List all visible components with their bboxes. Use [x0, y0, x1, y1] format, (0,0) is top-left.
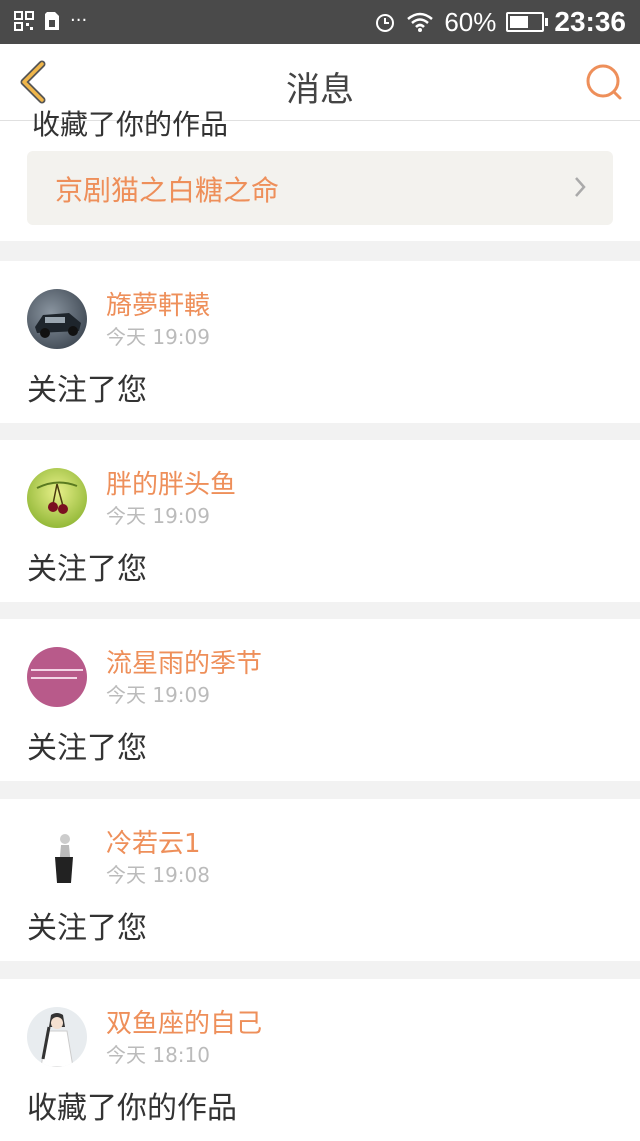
- avatar[interactable]: [27, 827, 87, 887]
- more-notifications: ···: [70, 10, 88, 31]
- action-text: 关注了您: [27, 731, 147, 766]
- figure-image: [55, 834, 73, 883]
- alarm-icon: [376, 14, 395, 32]
- status-bar: ··· 60% 23:36: [0, 0, 640, 44]
- timestamp: 今天 19:08: [106, 863, 210, 887]
- action-text: 收藏了你的作品: [27, 1091, 237, 1126]
- avatar[interactable]: [27, 647, 87, 707]
- clock: 23:36: [554, 6, 626, 37]
- avatar[interactable]: [27, 1007, 87, 1067]
- username[interactable]: 胖的胖头鱼: [106, 464, 236, 501]
- previous-message-action: 收藏了你的作品: [32, 108, 229, 141]
- timestamp: 今天 19:09: [106, 683, 210, 707]
- timestamp: 今天 19:09: [106, 504, 210, 528]
- username[interactable]: 旖夢軒轅: [106, 285, 210, 322]
- action-text: 关注了您: [27, 911, 147, 946]
- car-image: [35, 313, 81, 338]
- timestamp: 今天 19:09: [106, 325, 210, 349]
- qr-icon: [14, 10, 34, 31]
- text-image: [31, 669, 83, 679]
- message-card[interactable]: 旖夢軒轅 今天 19:09 关注了您: [0, 261, 640, 423]
- anime-figure-image: [40, 1013, 74, 1067]
- battery-percent: 60%: [444, 6, 497, 37]
- username[interactable]: 冷若云1: [106, 823, 201, 860]
- status-bar-right: 60% 23:36: [374, 6, 626, 38]
- message-card[interactable]: 双鱼座的自己 今天 18:10 收藏了你的作品: [0, 979, 640, 1141]
- chevron-right-icon: [575, 177, 586, 197]
- previous-message-card: 收藏了你的作品 京剧猫之白糖之命: [0, 108, 640, 241]
- search-icon[interactable]: [584, 62, 624, 102]
- action-text: 关注了您: [27, 552, 147, 587]
- message-card[interactable]: 胖的胖头鱼 今天 19:09 关注了您: [0, 440, 640, 602]
- timestamp: 今天 18:10: [106, 1043, 210, 1067]
- username[interactable]: 流星雨的季节: [106, 643, 262, 680]
- message-card[interactable]: 冷若云1 今天 19:08 关注了您: [0, 799, 640, 961]
- work-link-card[interactable]: 京剧猫之白糖之命: [27, 151, 613, 225]
- sim-icon: [45, 11, 59, 30]
- work-title: 京剧猫之白糖之命: [55, 174, 280, 207]
- status-bar-left: ···: [14, 10, 87, 31]
- wifi-icon: [407, 12, 434, 32]
- avatar[interactable]: [27, 468, 87, 528]
- action-text: 关注了您: [27, 373, 147, 408]
- message-card[interactable]: 流星雨的季节 今天 19:09 关注了您: [0, 619, 640, 781]
- battery-icon: [506, 12, 549, 32]
- avatar[interactable]: [27, 289, 87, 349]
- username[interactable]: 双鱼座的自己: [106, 1003, 262, 1040]
- cherry-image: [36, 481, 78, 514]
